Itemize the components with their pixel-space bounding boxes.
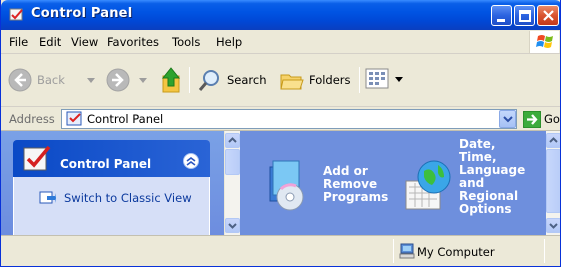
minimize-button[interactable] (491, 5, 512, 26)
menu-bar: File Edit View Favorites Tools Help (1, 30, 560, 54)
status-location: My Computer (417, 245, 495, 259)
toolbar-separator (189, 67, 190, 93)
title-bar[interactable]: Control Panel (1, 0, 560, 30)
menu-edit[interactable]: Edit (39, 35, 61, 49)
content-area: Control Panel Switch to Classic View Add… (1, 131, 560, 235)
status-divider (544, 239, 545, 263)
scroll-down-button[interactable] (546, 218, 560, 233)
scroll-down-button[interactable] (225, 218, 240, 233)
control-panel-large-icon (23, 145, 51, 171)
menu-help[interactable]: Help (216, 35, 242, 49)
double-chevron-up-icon (186, 157, 196, 166)
views-dropdown-icon (395, 77, 403, 82)
explorer-window: Control Panel File Edit View Favorites T… (0, 0, 561, 267)
control-panel-box-body: Switch to Classic View (13, 177, 210, 235)
back-arrow-icon (8, 68, 32, 92)
category-pane-scrollbar[interactable] (546, 131, 560, 235)
switch-to-classic-view-link[interactable]: Switch to Classic View (64, 191, 192, 205)
scroll-thumb[interactable] (225, 149, 240, 175)
menu-favorites[interactable]: Favorites (107, 35, 159, 49)
maximize-button[interactable] (514, 5, 535, 26)
category-pane: Add or Remove Programs Date, Time, Langu… (240, 131, 546, 235)
status-bar: My Computer (1, 235, 560, 266)
scroll-up-button[interactable] (225, 133, 240, 148)
control-panel-box-header[interactable]: Control Panel (13, 140, 210, 177)
window-title: Control Panel (31, 6, 133, 21)
up-folder-button[interactable] (159, 66, 185, 94)
go-button[interactable]: Go (544, 112, 560, 126)
address-label: Address (9, 112, 55, 126)
date-time-language-icon (405, 160, 451, 210)
forward-arrow-icon (106, 68, 130, 92)
menu-tools[interactable]: Tools (172, 35, 200, 49)
scroll-up-button[interactable] (546, 133, 560, 148)
back-label: Back (37, 73, 65, 87)
forward-button[interactable] (105, 65, 151, 95)
search-button[interactable]: Search (197, 65, 269, 95)
minimize-icon (497, 19, 505, 22)
standard-toolbar: Back Search Folders (1, 55, 560, 107)
windows-logo-icon (529, 31, 559, 53)
control-panel-icon (66, 111, 82, 126)
category-label-line: Options (459, 202, 512, 216)
search-icon (198, 70, 219, 91)
control-panel-icon (9, 8, 23, 21)
category-label: Add or Remove Programs (323, 165, 388, 204)
maximize-icon (519, 10, 531, 22)
toolbar-separator (359, 67, 360, 93)
add-remove-programs-icon (269, 160, 304, 211)
control-panel-box: Control Panel Switch to Classic View (13, 140, 210, 235)
control-panel-box-title: Control Panel (60, 157, 152, 171)
task-pane-scrollbar[interactable] (225, 131, 240, 235)
address-value: Control Panel (87, 112, 164, 126)
chevron-up-icon (228, 137, 237, 143)
views-icon (365, 68, 389, 89)
close-icon (543, 10, 554, 21)
address-bar: Address Control Panel Go (1, 107, 560, 131)
close-button[interactable] (537, 5, 559, 26)
address-dropdown-button[interactable] (499, 110, 516, 128)
address-field[interactable]: Control Panel (61, 109, 517, 129)
back-button[interactable]: Back (7, 65, 99, 95)
status-divider (393, 239, 394, 263)
chevron-down-icon (503, 116, 513, 123)
chevron-down-icon (228, 223, 237, 229)
search-label: Search (227, 73, 267, 87)
classic-view-icon (39, 191, 56, 204)
category-date-time-language[interactable]: Date, Time, Language and Regional Option… (400, 138, 540, 235)
back-dropdown-icon (87, 78, 95, 83)
category-label: Date, Time, Language and Regional Option… (459, 138, 525, 216)
category-add-remove-programs[interactable]: Add or Remove Programs (260, 151, 388, 221)
folders-icon (280, 74, 304, 90)
chevron-up-icon (549, 137, 558, 143)
chevron-down-icon (549, 223, 558, 229)
my-computer-icon (399, 243, 415, 259)
scroll-thumb[interactable] (546, 149, 560, 213)
go-arrow-icon[interactable] (523, 111, 541, 128)
task-pane: Control Panel Switch to Classic View (1, 131, 224, 235)
menu-file[interactable]: File (9, 35, 28, 49)
collapse-button[interactable] (183, 153, 199, 169)
category-label-line: Programs (323, 190, 389, 204)
forward-dropdown-icon (139, 78, 147, 83)
folders-button[interactable]: Folders (279, 65, 353, 95)
menu-view[interactable]: View (71, 35, 98, 49)
views-button[interactable] (365, 67, 405, 93)
folders-label: Folders (309, 73, 351, 87)
